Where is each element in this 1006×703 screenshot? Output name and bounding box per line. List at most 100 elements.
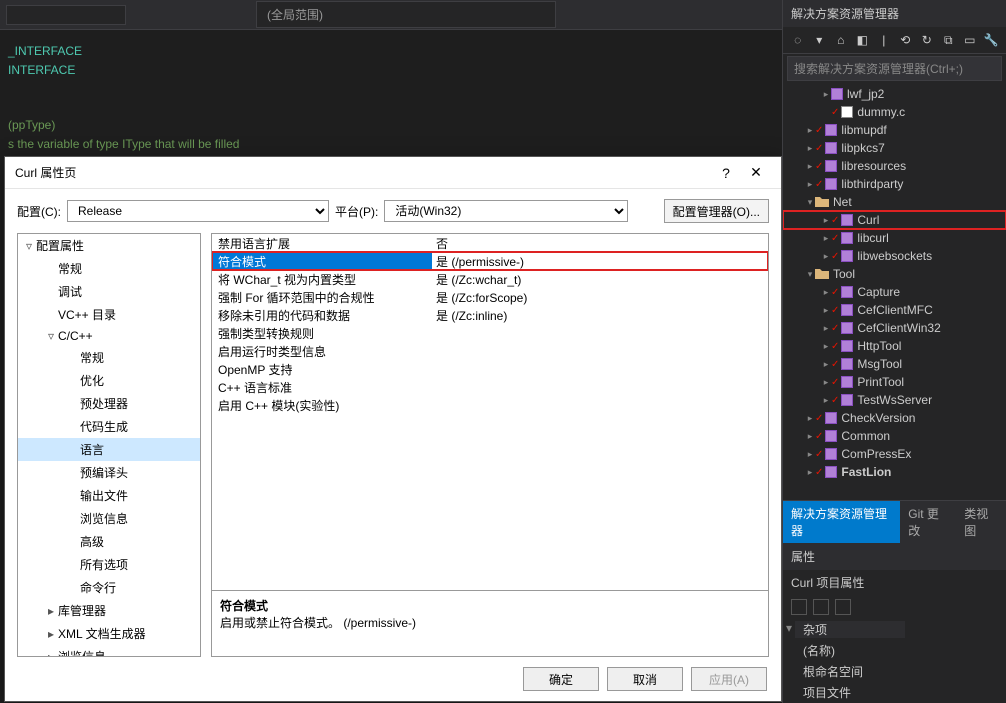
project-icon xyxy=(841,232,853,244)
tree-item[interactable]: ▸✓libresources xyxy=(783,157,1006,175)
apply-button[interactable]: 应用(A) xyxy=(691,667,767,691)
tree-item[interactable]: ▸✓HttpTool xyxy=(783,337,1006,355)
check-icon: ✓ xyxy=(831,323,839,334)
show-all-icon[interactable]: ▭ xyxy=(961,31,979,49)
solution-search[interactable]: 搜索解决方案资源管理器(Ctrl+;) xyxy=(787,56,1002,81)
config-select[interactable]: Release xyxy=(67,200,329,222)
tree-item[interactable]: ▸✓libthirdparty xyxy=(783,175,1006,193)
property-row[interactable]: OpenMP 支持 xyxy=(212,360,768,378)
check-icon: ✓ xyxy=(815,179,823,190)
check-icon: ✓ xyxy=(831,233,839,244)
tree-item[interactable]: ▸✓TestWsServer xyxy=(783,391,1006,409)
nav-item[interactable]: 所有选项 xyxy=(18,553,200,576)
sync-icon[interactable]: ⟲ xyxy=(897,31,915,49)
tab-class-view[interactable]: 类视图 xyxy=(956,501,1006,543)
nav-item[interactable]: ▸浏览信息 xyxy=(18,645,200,657)
tree-item[interactable]: ▸✓MsgTool xyxy=(783,355,1006,373)
nav-item[interactable]: 代码生成 xyxy=(18,415,200,438)
tree-item[interactable]: ▸✓CefClientMFC xyxy=(783,301,1006,319)
nav-item[interactable]: ▸XML 文档生成器 xyxy=(18,622,200,645)
property-row[interactable]: 启用运行时类型信息 xyxy=(212,342,768,360)
nav-item[interactable]: 常规 xyxy=(18,346,200,369)
platform-select[interactable]: 活动(Win32) xyxy=(384,200,628,222)
prop-row[interactable]: ▾杂项 xyxy=(783,619,1006,640)
nav-item[interactable]: 命令行 xyxy=(18,576,200,599)
nav-item[interactable]: ▿配置属性 xyxy=(18,234,200,257)
check-icon: ✓ xyxy=(831,305,839,316)
alpha-sort-icon[interactable] xyxy=(813,599,829,615)
tree-item[interactable]: ▸✓Common xyxy=(783,427,1006,445)
tab-solution-explorer[interactable]: 解决方案资源管理器 xyxy=(783,501,900,543)
cancel-button[interactable]: 取消 xyxy=(607,667,683,691)
property-row[interactable]: 将 WChar_t 视为内置类型是 (/Zc:wchar_t) xyxy=(212,270,768,288)
nav-item[interactable]: ▸库管理器 xyxy=(18,599,200,622)
scope-dropdown[interactable]: (全局范围) xyxy=(256,1,556,28)
categorize-icon[interactable] xyxy=(791,599,807,615)
property-row[interactable]: 禁用语言扩展否 xyxy=(212,234,768,252)
tree-item[interactable]: ▸✓ComPressEx xyxy=(783,445,1006,463)
tree-item[interactable]: ✓dummy.c xyxy=(783,103,1006,121)
property-row[interactable]: 强制 For 循环范围中的合规性是 (/Zc:forScope) xyxy=(212,288,768,306)
property-row[interactable]: 符合模式是 (/permissive-) xyxy=(212,252,768,270)
tree-item[interactable]: ▸✓libpkcs7 xyxy=(783,139,1006,157)
property-nav-tree[interactable]: ▿配置属性常规调试VC++ 目录▿C/C++常规优化预处理器代码生成语言预编译头… xyxy=(17,233,201,657)
nav-item[interactable]: 高级 xyxy=(18,530,200,553)
configuration-manager-button[interactable]: 配置管理器(O)... xyxy=(664,199,769,223)
properties-panel-title: 属性 xyxy=(783,543,1006,570)
property-list[interactable]: 禁用语言扩展否符合模式是 (/permissive-)将 WChar_t 视为内… xyxy=(212,234,768,590)
tree-item[interactable]: ▸lwf_jp2 xyxy=(783,85,1006,103)
nav-item[interactable]: 浏览信息 xyxy=(18,507,200,530)
prop-row[interactable]: 根命名空间 xyxy=(783,661,1006,682)
prop-row[interactable]: 项目文件 xyxy=(783,682,1006,703)
property-row[interactable]: 启用 C++ 模块(实验性) xyxy=(212,396,768,414)
tree-item[interactable]: ▸✓PrintTool xyxy=(783,373,1006,391)
close-button[interactable]: ✕ xyxy=(741,164,771,181)
tree-item[interactable]: ▸✓libmupdf xyxy=(783,121,1006,139)
wrench-icon[interactable] xyxy=(835,599,851,615)
forward-icon[interactable]: ▾ xyxy=(811,31,829,49)
project-icon xyxy=(841,214,853,226)
project-icon xyxy=(825,142,837,154)
tree-item[interactable]: ▸✓libcurl xyxy=(783,229,1006,247)
properties-icon[interactable]: 🔧 xyxy=(983,31,1001,49)
nav-item[interactable]: ▿C/C++ xyxy=(18,326,200,346)
nav-item[interactable]: 调试 xyxy=(18,280,200,303)
tree-item[interactable]: ▸✓FastLion xyxy=(783,463,1006,481)
ok-button[interactable]: 确定 xyxy=(523,667,599,691)
check-icon: ✓ xyxy=(831,287,839,298)
project-icon xyxy=(825,430,837,442)
prop-row[interactable]: (名称) xyxy=(783,640,1006,661)
project-icon xyxy=(825,160,837,172)
back-icon[interactable]: ◌ xyxy=(789,31,807,49)
refresh-icon[interactable]: ↻ xyxy=(918,31,936,49)
nav-item[interactable]: 优化 xyxy=(18,369,200,392)
code-area: _INTERFACE INTERFACE (ppType) s the vari… xyxy=(0,30,780,160)
tree-item[interactable]: ▾Net xyxy=(783,193,1006,211)
project-icon xyxy=(825,412,837,424)
tree-item[interactable]: ▾Tool xyxy=(783,265,1006,283)
tree-item[interactable]: ▸✓libwebsockets xyxy=(783,247,1006,265)
check-icon: ✓ xyxy=(831,359,839,370)
nav-item[interactable]: 预处理器 xyxy=(18,392,200,415)
tree-item[interactable]: ▸✓Curl xyxy=(783,211,1006,229)
tree-item[interactable]: ▸✓Capture xyxy=(783,283,1006,301)
tree-item[interactable]: ▸✓CheckVersion xyxy=(783,409,1006,427)
switch-view-icon[interactable]: ◧ xyxy=(854,31,872,49)
home-icon[interactable]: ⌂ xyxy=(832,31,850,49)
property-row[interactable]: 移除未引用的代码和数据是 (/Zc:inline) xyxy=(212,306,768,324)
collapse-icon[interactable]: ⧉ xyxy=(940,31,958,49)
nav-item[interactable]: VC++ 目录 xyxy=(18,303,200,326)
nav-item[interactable]: 常规 xyxy=(18,257,200,280)
config-label: 配置(C): xyxy=(17,203,61,220)
nav-item[interactable]: 输出文件 xyxy=(18,484,200,507)
property-row[interactable]: 强制类型转换规则 xyxy=(212,324,768,342)
nav-combo[interactable] xyxy=(6,5,126,25)
nav-item[interactable]: 语言 xyxy=(18,438,200,461)
tree-item[interactable]: ▸✓CefClientWin32 xyxy=(783,319,1006,337)
nav-item[interactable]: 预编译头 xyxy=(18,461,200,484)
project-icon xyxy=(841,304,853,316)
help-button[interactable]: ? xyxy=(711,165,741,181)
tab-git-changes[interactable]: Git 更改 xyxy=(900,501,956,543)
solution-tree[interactable]: ▸lwf_jp2✓dummy.c▸✓libmupdf▸✓libpkcs7▸✓li… xyxy=(783,83,1006,500)
property-row[interactable]: C++ 语言标准 xyxy=(212,378,768,396)
